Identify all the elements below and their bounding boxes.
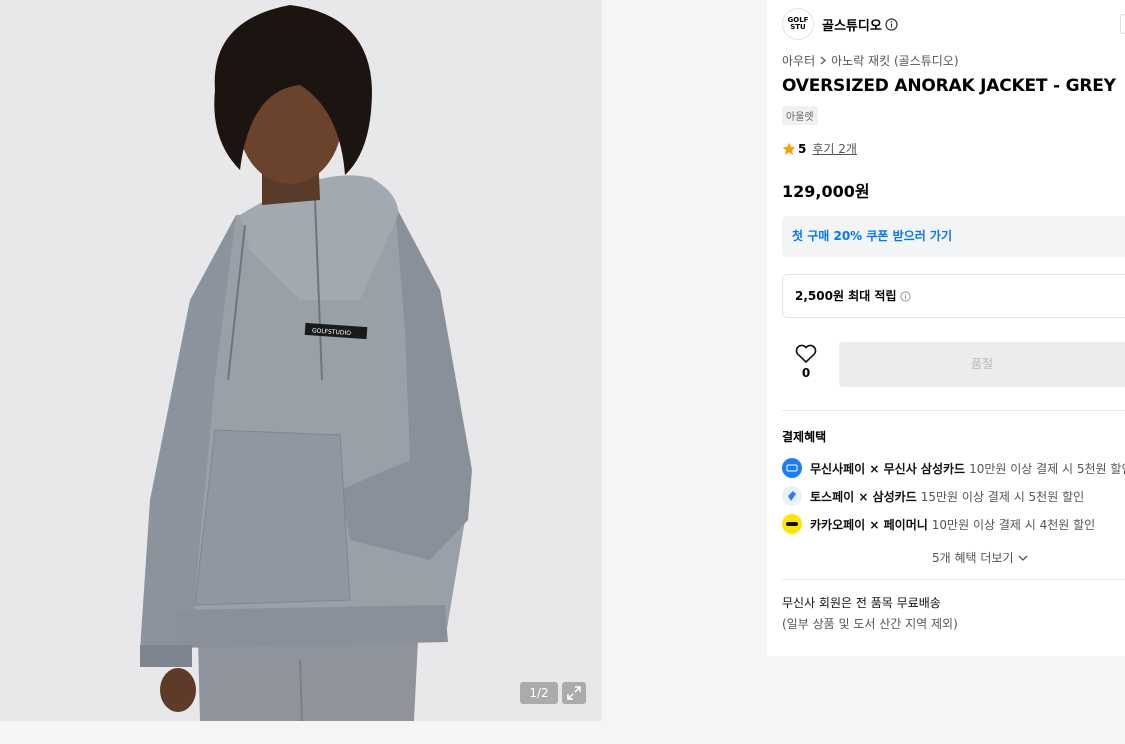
brand-follow-button[interactable] [1120,14,1125,34]
coupon-banner[interactable]: 첫 구매 20% 쿠폰 받으러 가기 [782,216,1125,257]
payment-benefits-title: 결제혜택 [782,430,827,444]
product-info-panel: GOLF STU 골스튜디오 아우터 아노락 재킷 (골스튜디오) OVERSI… [767,0,1125,656]
product-title: OVERSIZED ANORAK JACKET - GREY [782,76,1116,96]
toss-pay-icon [782,486,802,506]
musinsa-pay-icon [782,458,802,478]
more-benefits-button[interactable]: 5개 혜택 더보기 [932,549,1028,566]
divider [782,579,1125,580]
like-button[interactable]: 0 [789,344,823,380]
review-link[interactable]: 후기 2개 [812,140,857,157]
brand-row[interactable]: GOLF STU 골스튜디오 [782,8,898,40]
brand-info-icon[interactable] [885,17,898,31]
breadcrumb: 아우터 아노락 재킷 (골스튜디오) [782,52,959,69]
rating-row: 5 후기 2개 [782,140,857,157]
benefit-item: 카카오페이 × 페이머니 10만원 이상 결제 시 4천원 할인 [782,514,1095,534]
expand-icon [567,686,581,700]
like-count: 0 [801,366,811,380]
points-info-icon[interactable] [899,290,911,302]
expand-image-button[interactable] [562,682,586,704]
outlet-badge: 아울렛 [782,106,818,125]
chevron-right-icon [820,56,827,65]
heart-icon [795,344,817,363]
divider [782,410,1125,411]
breadcrumb-subcategory[interactable]: 아노락 재킷 (골스튜디오) [831,52,958,69]
breadcrumb-category[interactable]: 아우터 [782,52,815,69]
soldout-button[interactable]: 품절 [839,342,1125,387]
points-box: 2,500원 최대 적립 [782,274,1125,318]
shipping-note: (일부 상품 및 도서 산간 지역 제외) [782,617,958,631]
star-icon [782,142,796,155]
benefit-item: 토스페이 × 삼성카드 15만원 이상 결제 시 5천원 할인 [782,486,1084,506]
product-photo: GOLFSTUDIO [0,0,602,721]
benefit-item: 무신사페이 × 무신사 삼성카드 10만원 이상 결제 시 5천원 할인 [782,458,1125,478]
kakao-pay-icon [782,514,802,534]
brand-name[interactable]: 골스튜디오 [822,15,882,34]
shipping-title: 무신사 회원은 전 품목 무료배송 [782,596,941,610]
rating-value: 5 [798,141,807,156]
chevron-down-icon [1018,555,1027,561]
image-counter: 1/2 [520,682,558,704]
product-image-gallery[interactable]: GOLFSTUDIO 1/2 [0,0,602,721]
product-price: 129,000원 [782,182,870,201]
points-label: 2,500원 최대 적립 [795,289,897,303]
brand-logo[interactable]: GOLF STU [782,8,814,40]
